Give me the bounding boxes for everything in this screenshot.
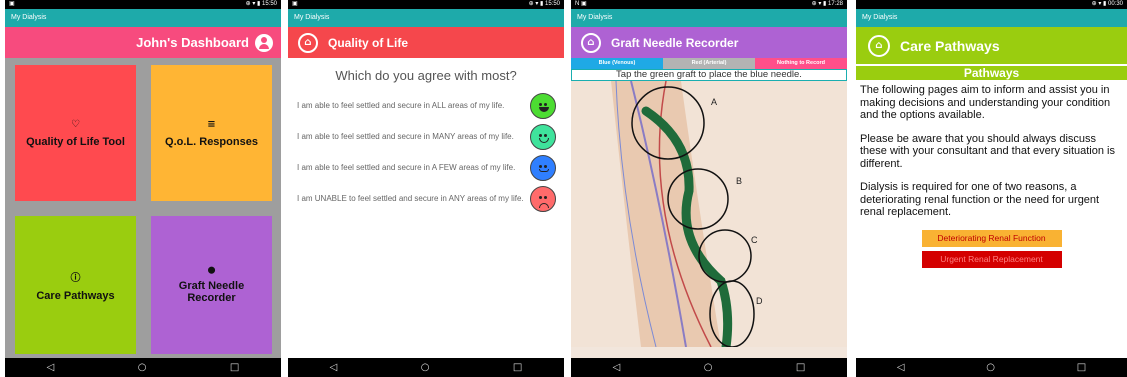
segment-arterial[interactable]: Red (Arterial) [663, 58, 755, 69]
option-row[interactable]: I am able to feel settled and secure in … [288, 122, 564, 152]
care-pathways-phone: ⊕ ▾ ▮ 00:30 My Dialysis ⌂ Care Pathways … [856, 0, 1127, 377]
recents-icon[interactable]: □ [513, 362, 522, 373]
paragraph: Dialysis is required for one of two reas… [860, 181, 1100, 218]
status-bar: ▣ ⊕ ▾ ▮ 15:50 [5, 0, 281, 9]
tile-label: Quality of Life Tool [26, 135, 125, 148]
care-pathways-screen: ⌂ Care Pathways Pathways The following p… [856, 27, 1127, 358]
option-text: I am able to feel settled and secure in … [297, 132, 514, 141]
quality-of-life-phone: ▣ ⊕ ▾ ▮ 15:50 My Dialysis ⌂ Quality of L… [288, 0, 564, 377]
home-icon[interactable]: ○ [138, 362, 147, 373]
quality-of-life-screen: ⌂ Quality of Life Which do you agree wit… [288, 27, 564, 358]
happy-face-icon[interactable] [530, 124, 556, 150]
home-icon[interactable]: ○ [986, 362, 995, 373]
recents-icon[interactable]: □ [1077, 362, 1086, 373]
tile-label: Care Pathways [36, 289, 115, 302]
graft-needle-header: ⌂ Graft Needle Recorder [571, 27, 847, 58]
back-icon[interactable]: ◁ [47, 362, 55, 373]
very-happy-face-icon[interactable] [530, 93, 556, 119]
zone-label-c: C [751, 235, 758, 245]
status-left: ▣ [9, 1, 15, 7]
back-icon[interactable]: ◁ [330, 362, 338, 373]
status-bar: N ▣ ⊕ ▾ ▮ 17:28 [571, 0, 847, 9]
dashboard-header: John's Dashboard [5, 27, 281, 58]
option-text: I am able to feel settled and secure in … [297, 101, 505, 110]
zone-label-d: D [756, 296, 763, 306]
pathways-body: The following pages aim to inform and as… [856, 80, 1127, 219]
urgent-renal-replacement-button[interactable]: Urgent Renal Replacement [921, 250, 1062, 268]
home-button-icon[interactable]: ⌂ [581, 32, 601, 53]
zone-label-a: A [711, 97, 717, 107]
recents-icon[interactable]: □ [230, 362, 239, 373]
home-button-icon[interactable]: ⌂ [868, 34, 890, 57]
dashboard-title: John's Dashboard [136, 35, 249, 50]
list-icon: ≡ [207, 118, 216, 130]
care-pathways-header: ⌂ Care Pathways [856, 27, 1127, 64]
status-right: ⊕ ▾ ▮ 15:50 [528, 1, 560, 7]
app-title: My Dialysis [571, 9, 847, 27]
tile-label: Q.o.L. Responses [165, 135, 258, 148]
option-row[interactable]: I am able to feel settled and secure in … [288, 91, 564, 121]
page-title: Graft Needle Recorder [611, 35, 739, 50]
tile-label: Graft Needle Recorder [178, 280, 245, 304]
app-title: My Dialysis [5, 9, 281, 27]
dashboard-screen: John's Dashboard ♡ Quality of Life Tool … [5, 27, 281, 358]
avatar-icon[interactable] [255, 33, 273, 52]
dashboard-phone: ▣ ⊕ ▾ ▮ 15:50 My Dialysis John's Dashboa… [5, 0, 281, 377]
status-bar: ⊕ ▾ ▮ 00:30 [856, 0, 1127, 9]
home-icon[interactable]: ○ [704, 362, 713, 373]
zone-label-b: B [736, 176, 742, 186]
tile-qol-responses[interactable]: ≡ Q.o.L. Responses [151, 65, 272, 201]
segment-venous[interactable]: Blue (Venous) [571, 58, 663, 69]
tile-quality-of-life-tool[interactable]: ♡ Quality of Life Tool [15, 65, 136, 201]
option-text: I am able to feel settled and secure in … [297, 163, 516, 172]
neutral-face-icon[interactable] [530, 155, 556, 181]
status-right: ⊕ ▾ ▮ 00:30 [1091, 1, 1123, 7]
graft-needle-recorder-phone: N ▣ ⊕ ▾ ▮ 17:28 My Dialysis ⌂ Graft Need… [571, 0, 847, 377]
system-navbar: ◁ ○ □ [571, 358, 847, 377]
paragraph: The following pages aim to inform and as… [860, 84, 1111, 121]
segment-nothing[interactable]: Nothing to Record [755, 58, 847, 69]
heart-pulse-icon: ♡ [71, 118, 80, 130]
home-icon[interactable]: ○ [421, 362, 430, 373]
deteriorating-renal-function-button[interactable]: Deteriorating Renal Function [921, 229, 1062, 247]
status-bar: ▣ ⊕ ▾ ▮ 15:50 [288, 0, 564, 9]
option-text: I am UNABLE to feel settled and secure i… [297, 194, 524, 203]
page-title: Care Pathways [900, 37, 1000, 54]
app-title: My Dialysis [856, 9, 1127, 27]
tile-graft-needle-recorder[interactable]: ⬤ Graft Needle Recorder [151, 216, 272, 354]
sad-face-icon[interactable] [530, 186, 556, 212]
system-navbar: ◁ ○ □ [5, 358, 281, 377]
instruction-text: Tap the green graft to place the blue ne… [571, 69, 847, 81]
needle-type-segments: Blue (Venous) Red (Arterial) Nothing to … [571, 58, 847, 69]
status-left: N ▣ [575, 1, 587, 7]
system-navbar: ◁ ○ □ [856, 358, 1127, 377]
option-row[interactable]: I am UNABLE to feel settled and secure i… [288, 184, 564, 214]
recents-icon[interactable]: □ [796, 362, 805, 373]
status-right: ⊕ ▾ ▮ 17:28 [811, 1, 843, 7]
system-navbar: ◁ ○ □ [288, 358, 564, 377]
option-row[interactable]: I am able to feel settled and secure in … [288, 153, 564, 183]
paragraph: Please be aware that you should always d… [860, 132, 1115, 170]
graft-needle-screen: ⌂ Graft Needle Recorder Blue (Venous) Re… [571, 27, 847, 358]
arm-graft-diagram: A B C D [571, 81, 847, 347]
tile-care-pathways[interactable]: ⓘ Care Pathways [15, 216, 136, 354]
info-icon: ⓘ [70, 272, 81, 284]
status-right: ⊕ ▾ ▮ 15:50 [245, 1, 277, 7]
section-heading: Pathways [856, 66, 1127, 80]
back-icon[interactable]: ◁ [897, 362, 905, 373]
back-icon[interactable]: ◁ [613, 362, 621, 373]
home-button-icon[interactable]: ⌂ [298, 32, 318, 53]
page-title: Quality of Life [328, 35, 409, 50]
status-left: ▣ [292, 1, 298, 7]
question-title: Which do you agree with most? [335, 68, 517, 83]
map-pin-plus-icon: ⬤ [207, 266, 216, 274]
app-title: My Dialysis [288, 9, 564, 27]
quality-of-life-header: ⌂ Quality of Life [288, 27, 564, 58]
